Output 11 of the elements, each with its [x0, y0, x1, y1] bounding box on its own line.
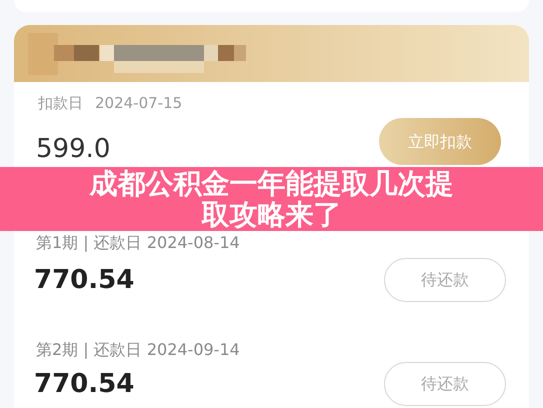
- deduction-date-label: 扣款日: [38, 92, 83, 114]
- installment-label: 第1期 | 还款日 2024-08-14: [36, 233, 240, 252]
- pending-repayment-button[interactable]: 待还款: [384, 258, 506, 302]
- pending-repayment-button[interactable]: 待还款: [384, 362, 506, 406]
- banner-title: 成都公积金一年能提取几次提取攻略来了: [88, 168, 454, 230]
- installment-label: 第2期 | 还款日 2024-09-14: [36, 340, 240, 359]
- pay-now-button[interactable]: 立即扣款: [379, 118, 501, 165]
- deduction-date: 2024-07-15: [95, 92, 182, 114]
- amount: 599.0: [36, 133, 110, 166]
- installment-amount: 770.54: [34, 264, 134, 296]
- installment-amount: 770.54: [34, 368, 134, 400]
